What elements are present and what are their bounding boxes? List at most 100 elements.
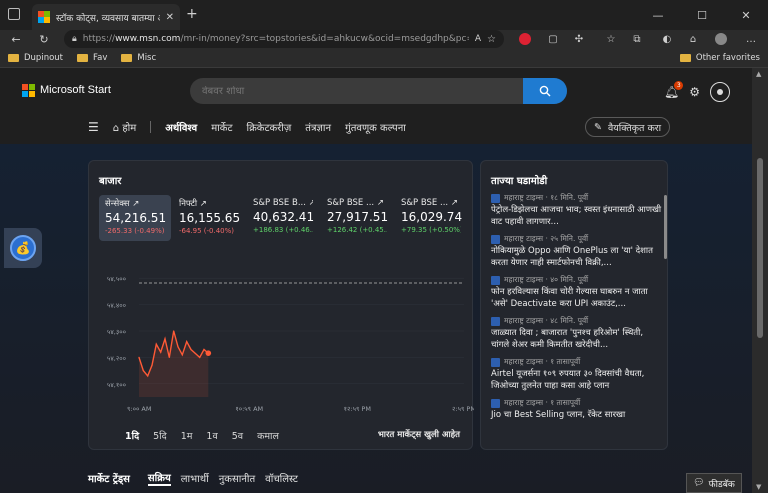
lock-icon[interactable]: 🔒︎ [72, 34, 77, 44]
favorites-icon[interactable]: ☆ [604, 32, 618, 46]
nav-market[interactable]: मार्केट [211, 120, 232, 134]
favorite-folder-dupinout[interactable]: Dupinout [8, 53, 63, 63]
y-tick-label: ५४,५०० [107, 275, 126, 283]
minimize-button[interactable]: — [636, 0, 680, 30]
trends-tab-gainers[interactable]: लाभार्थी [181, 471, 209, 485]
trends-tab-active[interactable]: सक्रिय [147, 470, 171, 486]
news-source: महाराष्ट्र टाइम्स · १ तासापूर्वी [491, 357, 663, 367]
ticker-list: सेन्सेक्स ↗ 54,216.51 -265.33 (-0.49%) न… [99, 195, 467, 241]
ticker-nifty[interactable]: निफ्टी ↗ 16,155.65 -64.95 (-0.40%) [173, 195, 245, 241]
y-tick-label: ५४,४०० [107, 302, 126, 310]
nav-investment-ideas[interactable]: गुंतवणूक कल्पना [345, 120, 406, 134]
news-source: महाराष्ट्र टाइम्स · ४८ मिनि. पूर्वी [491, 316, 663, 326]
search-input[interactable] [190, 85, 523, 97]
page-scrollbar[interactable]: ▲ ▼ [752, 68, 768, 493]
nav-cricket[interactable]: क्रिकेटकरीज़ [247, 120, 292, 134]
downloads-icon[interactable]: ⌂ [686, 32, 700, 46]
scroll-thumb[interactable] [757, 158, 763, 338]
range-max[interactable]: कमाल [257, 429, 279, 442]
ticker-change: -64.95 (-0.40%) [179, 227, 235, 235]
range-1d[interactable]: 1दि [125, 429, 139, 442]
news-item[interactable]: महाराष्ट्र टाइम्स · १ तासापूर्वी Airtel … [491, 357, 663, 392]
favorite-star-icon[interactable]: ☆ [487, 34, 496, 45]
nav-home[interactable]: ⌂ होम [113, 120, 136, 134]
close-tab-icon[interactable]: ✕ [166, 12, 174, 23]
active-tab[interactable]: स्टॉक कोट्स, व्यवसाय बातम्या आणि ✕ [32, 4, 180, 30]
publisher-logo-icon [491, 398, 500, 408]
read-aloud-icon[interactable]: A [475, 34, 481, 44]
profile-avatar-icon[interactable] [710, 82, 730, 102]
news-item[interactable]: महाराष्ट्र टाइम्स · २५ मिनि. पूर्वी नोकि… [491, 234, 663, 269]
news-headline: पेट्रोल-डिझेलचा आजचा भाव; स्वस्त इंधनासा… [491, 205, 662, 227]
external-link-icon: ↗ [199, 199, 207, 209]
external-link-icon: ↗ [450, 198, 458, 208]
edge-icon[interactable]: ◐ [660, 32, 674, 46]
workspaces-icon[interactable] [8, 8, 20, 20]
microsoft-start-logo[interactable]: Microsoft Start [22, 84, 111, 97]
trends-tab-losers[interactable]: नुकसानीत [219, 471, 255, 485]
search-button[interactable] [523, 78, 567, 104]
news-item[interactable]: महाराष्ट्र टाइम्स · ४० मिनि. पूर्वी फोन … [491, 275, 663, 310]
settings-gear-icon[interactable]: ⚙ [689, 85, 700, 99]
news-item[interactable]: महाराष्ट्र टाइम्स · ४८ मिनि. पूर्वी जाळ्… [491, 316, 663, 351]
range-1y[interactable]: 1व [206, 429, 217, 442]
series-area [139, 331, 209, 397]
data-point [164, 338, 166, 340]
refresh-icon[interactable]: ↻ [34, 30, 54, 48]
sensex-chart[interactable]: ५४,५०० ५४,४०० ५४,३०० ५४,२०० ५४,१०० ९:०० AM १०:… [89, 249, 476, 421]
news-source: महाराष्ट्र टाइम्स · ४० मिनि. पूर्वी [491, 275, 663, 285]
feedback-button[interactable]: 💬︎ फीडबॅक [686, 473, 742, 493]
trends-title: मार्केट ट्रेंड्स [88, 474, 130, 485]
profile-icon[interactable] [714, 32, 728, 46]
home-icon: ⌂ [112, 123, 120, 134]
range-5d[interactable]: 5दि [153, 429, 167, 442]
ticker-bse-3[interactable]: S&P BSE ... ↗ 16,029.74 +79.35 (+0.50%) [395, 195, 467, 241]
notifications-bell-icon[interactable]: 🔔︎ 3 [664, 81, 684, 99]
ticker-bse-2[interactable]: S&P BSE ... ↗ 27,917.51 +126.42 (+0.45..… [321, 195, 393, 241]
y-tick-label: ५४,३०० [107, 328, 126, 336]
msn-header: Microsoft Start 🔔︎3 ⚙ ☰ ⌂ होम अर्थविश्व … [0, 68, 752, 144]
hamburger-menu-icon[interactable]: ☰ [88, 120, 99, 134]
favorite-folder-fav[interactable]: Fav [77, 53, 107, 63]
collections-alt-icon[interactable]: ⧉ [630, 32, 644, 46]
money-side-button[interactable]: 💰 [4, 228, 42, 268]
nav-finance[interactable]: अर्थविश्व [165, 120, 197, 134]
more-icon[interactable]: … [744, 32, 758, 46]
collections-icon[interactable]: ▢ [546, 32, 560, 46]
nav-technology[interactable]: तंत्रज्ञान [305, 120, 331, 134]
data-point [181, 354, 183, 356]
news-scrollbar[interactable] [664, 195, 667, 259]
scroll-down-icon[interactable]: ▼ [756, 483, 761, 491]
trends-tab-watchlist[interactable]: वॉचलिस्ट [265, 471, 298, 485]
address-bar[interactable]: 🔒︎ https://www.msn.com/mr-in/money?src=t… [64, 30, 504, 48]
microsoft-logo-icon [22, 84, 35, 97]
search-icon [539, 85, 551, 97]
new-tab-button[interactable]: + [186, 6, 198, 22]
back-icon[interactable]: ← [6, 30, 26, 48]
range-5y[interactable]: 5व [232, 429, 243, 442]
favorite-folder-misc[interactable]: Misc [121, 53, 156, 63]
data-point [147, 375, 149, 377]
extensions-puzzle-icon[interactable]: ✣ [572, 32, 586, 46]
ticker-value: 16,155.65 [179, 211, 241, 225]
ticker-name: S&P BSE ... ↗ [401, 198, 458, 208]
data-point [151, 364, 153, 366]
scroll-up-icon[interactable]: ▲ [756, 70, 761, 78]
ticker-sensex[interactable]: सेन्सेक्स ↗ 54,216.51 -265.33 (-0.49%) [99, 195, 171, 241]
other-favorites[interactable]: Other favorites [679, 53, 760, 63]
publisher-logo-icon [491, 316, 500, 326]
data-point [186, 340, 188, 343]
money-bag-icon: 💰 [10, 235, 36, 261]
range-selector: 1दि 5दि 1म 1व 5व कमाल [125, 429, 279, 442]
close-window-button[interactable]: ✕ [724, 0, 768, 30]
publisher-logo-icon [491, 234, 500, 244]
range-1m[interactable]: 1म [181, 429, 193, 442]
window-controls: — ☐ ✕ [636, 0, 768, 30]
news-item[interactable]: महाराष्ट्र टाइम्स · १ तासापूर्वी Jio चा … [491, 398, 663, 421]
personalize-button[interactable]: ✎ वैयक्तिकृत करा [585, 117, 671, 137]
news-item[interactable]: महाराष्ट्र टाइम्स · १८ मिनि. पूर्वी पेट्… [491, 193, 663, 228]
maximize-button[interactable]: ☐ [680, 0, 724, 30]
ticker-bse-bank[interactable]: S&P BSE B... ↗ 40,632.41 +186.83 (+0.46.… [247, 195, 319, 241]
folder-icon [121, 53, 133, 62]
extension-icon[interactable] [518, 32, 532, 46]
